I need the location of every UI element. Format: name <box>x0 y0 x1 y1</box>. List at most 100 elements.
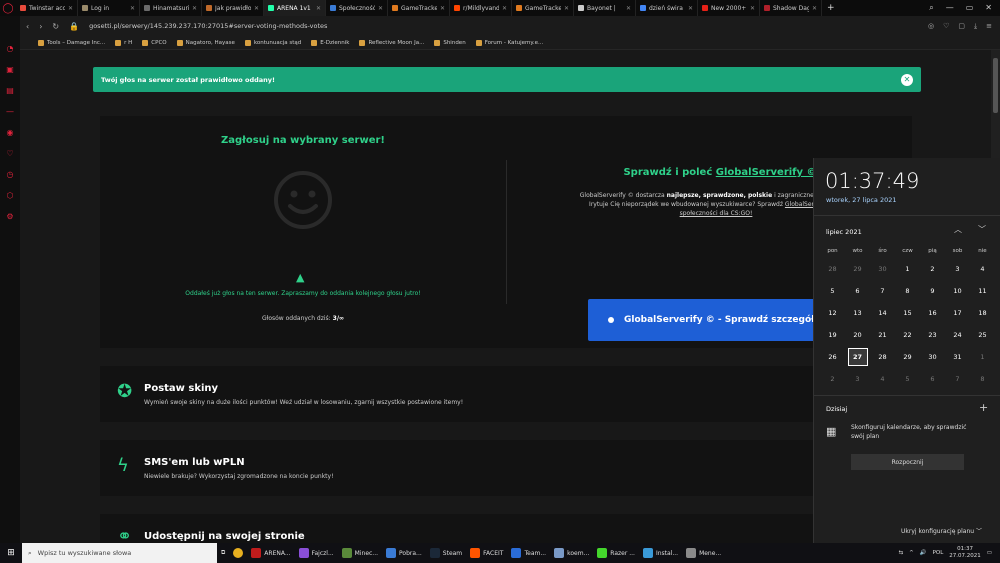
chevron-down-icon[interactable]: ﹀ <box>978 224 986 235</box>
calendar-day[interactable]: 2 <box>920 258 945 280</box>
calendar-day[interactable]: 19 <box>820 324 845 346</box>
tab-9[interactable]: Bayonet | ✕ <box>574 0 636 16</box>
search-tabs-icon[interactable]: ⌕ <box>929 3 933 13</box>
calendar-day[interactable]: 12 <box>820 302 845 324</box>
taskbar-clock[interactable]: 01:37 27.07.2021 <box>949 546 981 560</box>
chrome-icon[interactable] <box>229 543 247 563</box>
calendar-day[interactable]: 5 <box>820 280 845 302</box>
windows-start-icon[interactable]: ⊞ <box>0 548 22 558</box>
calendar-day[interactable]: 13 <box>845 302 870 324</box>
bookmark-item[interactable]: E-Dziennik <box>311 39 349 46</box>
taskbar-app[interactable]: Minec... <box>338 543 382 563</box>
calendar-day[interactable]: 11 <box>970 280 995 302</box>
close-window-button[interactable]: ✕ <box>985 3 992 13</box>
maximize-button[interactable]: ▭ <box>966 3 974 13</box>
task-view-icon[interactable]: ⧉ <box>217 543 229 563</box>
back-icon[interactable]: ‹ <box>26 22 29 31</box>
volume-icon[interactable]: 🔊 <box>920 550 927 556</box>
bookmarks-icon[interactable]: ♡ <box>6 149 13 158</box>
calendar-day[interactable]: 28 <box>820 258 845 280</box>
calendar-day[interactable]: 25 <box>970 324 995 346</box>
speed-dial-icon[interactable]: ◔ <box>7 44 14 53</box>
tab-0[interactable]: Twinstar acc ✕ <box>16 0 78 16</box>
menu-icon[interactable]: ≡ <box>986 22 992 31</box>
calendar-day[interactable]: 8 <box>970 368 995 390</box>
taskbar-app[interactable]: FACEIT <box>466 543 507 563</box>
download-icon[interactable]: ⤓ <box>974 22 977 31</box>
card-skins[interactable]: ✪ Postaw skiny Wymień swoje skiny na duż… <box>100 366 912 422</box>
forward-icon[interactable]: › <box>39 22 42 31</box>
bookmark-item[interactable]: Tools – Damage Inc... <box>38 39 105 46</box>
calendar-day[interactable]: 28 <box>870 346 895 368</box>
lang-indicator[interactable]: POL <box>933 550 944 556</box>
taskbar-app[interactable]: Steam <box>426 543 466 563</box>
calendar-day[interactable]: 29 <box>845 258 870 280</box>
close-tab-icon[interactable]: ✕ <box>812 5 817 12</box>
calendar-day[interactable]: 23 <box>920 324 945 346</box>
calendar-day[interactable]: 4 <box>970 258 995 280</box>
reload-icon[interactable]: ↻ <box>52 22 59 31</box>
tab-2[interactable]: Hinamatsuri ✕ <box>140 0 202 16</box>
calendar-day[interactable]: 8 <box>895 280 920 302</box>
calendar-month[interactable]: lipiec 2021 <box>826 228 862 236</box>
tab-7[interactable]: r/Mildlyvand ✕ <box>450 0 512 16</box>
calendar-day[interactable]: 5 <box>895 368 920 390</box>
calendar-day[interactable]: 6 <box>920 368 945 390</box>
calendar-day[interactable]: 1 <box>970 346 995 368</box>
calendar-day[interactable]: 30 <box>920 346 945 368</box>
calendar-day[interactable]: 26 <box>820 346 845 368</box>
calendar-day[interactable]: 7 <box>870 280 895 302</box>
calendar-day[interactable]: 31 <box>945 346 970 368</box>
taskbar-app[interactable]: Pobra... <box>382 543 426 563</box>
calendar-day[interactable]: 30 <box>870 258 895 280</box>
close-tab-icon[interactable]: ✕ <box>254 5 259 12</box>
close-tab-icon[interactable]: ✕ <box>564 5 569 12</box>
tab-5[interactable]: Społeczność ✕ <box>326 0 388 16</box>
calendar-day[interactable]: 9 <box>920 280 945 302</box>
calendar-day[interactable]: 16 <box>920 302 945 324</box>
card-share[interactable]: ⚭ Udostępnij na swojej stronie <box>100 514 912 543</box>
opera-logo-icon[interactable]: ◯ <box>0 0 16 16</box>
settings-icon[interactable]: ⚙ <box>6 212 13 221</box>
close-tab-icon[interactable]: ✕ <box>192 5 197 12</box>
taskbar-app[interactable]: Instal... <box>639 543 682 563</box>
calendar-day[interactable]: 18 <box>970 302 995 324</box>
add-event-button[interactable]: + <box>979 401 988 414</box>
notifications-icon[interactable]: ▭ <box>987 550 992 556</box>
calendar-day[interactable]: 17 <box>945 302 970 324</box>
promo-link[interactable]: GlobalServerify © <box>716 167 817 178</box>
network-icon[interactable]: ⇆ <box>899 550 904 556</box>
taskbar-app[interactable]: Razer ... <box>593 543 639 563</box>
wallet-icon[interactable]: ▢ <box>958 22 965 31</box>
search-box[interactable]: ⌕ Wpisz tu wyszukiwane słowa <box>22 543 217 563</box>
calendar-day[interactable]: 10 <box>945 280 970 302</box>
taskbar-app[interactable]: koem... <box>550 543 593 563</box>
tab-3[interactable]: Jak prawidło ✕ <box>202 0 264 16</box>
tab-11[interactable]: New 2000+ ✕ <box>698 0 760 16</box>
calendar-day[interactable]: 3 <box>945 258 970 280</box>
calendar-day[interactable]: 3 <box>845 368 870 390</box>
tab-8[interactable]: GameTracker ✕ <box>512 0 574 16</box>
tab-4[interactable]: ARENA 1v1 ✕ <box>264 0 326 16</box>
calendar-day[interactable]: 22 <box>895 324 920 346</box>
bookmark-item[interactable]: kontunuacja stąd <box>244 39 301 46</box>
taskbar-app[interactable]: Mene... <box>682 543 725 563</box>
new-tab-button[interactable]: + <box>822 3 840 13</box>
calendar-day[interactable]: 27 <box>845 346 870 368</box>
taskbar-app[interactable]: Team... <box>507 543 550 563</box>
calendar-day[interactable]: 6 <box>845 280 870 302</box>
start-button[interactable]: Rozpocznij <box>851 454 964 470</box>
calendar-day[interactable]: 15 <box>895 302 920 324</box>
camera-icon[interactable]: ◎ <box>928 22 934 31</box>
calendar-day[interactable]: 4 <box>870 368 895 390</box>
bookmark-item[interactable]: Nagatoro, Hayase <box>176 39 235 46</box>
taskbar-app[interactable]: ARENA... <box>247 543 294 563</box>
close-tab-icon[interactable]: ✕ <box>750 5 755 12</box>
bookmark-item[interactable]: r H <box>115 39 132 46</box>
history-icon[interactable]: ◷ <box>7 170 14 179</box>
close-tab-icon[interactable]: ✕ <box>130 5 135 12</box>
chevron-up-icon[interactable]: ^ <box>909 550 914 556</box>
bookmark-item[interactable]: Reflective Moon Ja... <box>359 39 424 46</box>
calendar-day[interactable]: 1 <box>895 258 920 280</box>
hide-agenda-link[interactable]: Ukryj konfigurację planu ﹀ <box>901 526 982 535</box>
